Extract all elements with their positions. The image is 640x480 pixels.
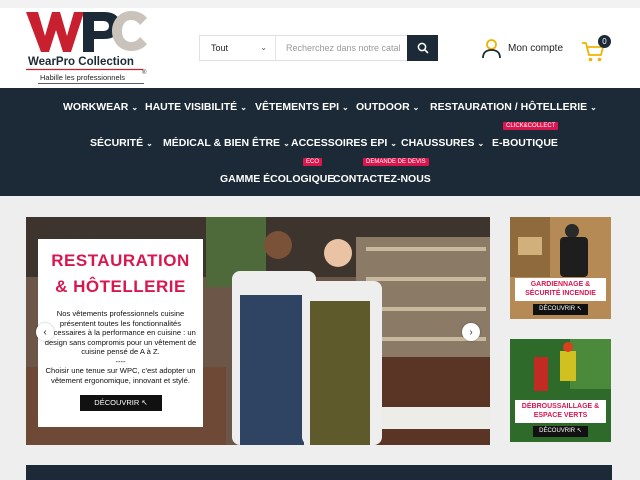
side-banner-landscaping[interactable]: DÉBROUSSAILLAGE & ESPACE VERTS DÉCOUVRIR… xyxy=(510,339,611,442)
search-icon xyxy=(417,42,429,54)
chevron-down-icon: ⌄ xyxy=(390,139,397,148)
slider-prev-button[interactable]: ‹ xyxy=(36,323,54,341)
nav-item-medical-bien-etre[interactable]: MÉDICAL & BIEN ÊTRE ⌄ xyxy=(163,137,290,149)
account-link[interactable]: Mon compte xyxy=(481,37,563,59)
nav-item-chaussures[interactable]: CHAUSSURES ⌄ xyxy=(401,137,484,149)
nav-item-e-boutique[interactable]: E-BOUTIQUE xyxy=(492,137,558,149)
chevron-right-icon: › xyxy=(469,326,473,338)
nav-item-haute-visibilite[interactable]: HAUTE VISIBILITÉ ⌄ xyxy=(145,101,247,113)
nav-item-workwear[interactable]: WORKWEAR ⌄ xyxy=(63,101,138,113)
nav-item-vetements-epi[interactable]: VÊTEMENTS EPI ⌄ xyxy=(255,101,349,113)
side-banner-landscaping-label: DÉBROUSSAILLAGE & ESPACE VERTS xyxy=(515,400,606,423)
click-collect-badge: CLICK&COLLECT xyxy=(503,122,559,130)
chevron-left-icon: ‹ xyxy=(43,326,47,338)
nav-item-restauration-hotellerie[interactable]: RESTAURATION / HÔTELLERIE ⌄ xyxy=(430,101,597,113)
hero-discover-button[interactable]: DÉCOUVRIR ↖ xyxy=(80,395,162,411)
cart-count-badge: 0 xyxy=(598,35,611,48)
chevron-down-icon: ⌄ xyxy=(412,103,420,112)
chevron-down-icon: ⌄ xyxy=(260,43,267,52)
secondary-banner-strip xyxy=(26,465,612,480)
brand-name: WearPro Collection xyxy=(28,56,134,68)
hero-title-line1: RESTAURATION xyxy=(51,251,190,270)
brand-tagline: Habille les professionnels xyxy=(40,73,126,82)
search-button[interactable] xyxy=(407,35,438,61)
main-navigation: WORKWEAR ⌄ HAUTE VISIBILITÉ ⌄ VÊTEMENTS EP… xyxy=(0,88,640,196)
search-bar: Tout ⌄ xyxy=(199,35,438,61)
side-banner-landscaping-button[interactable]: DÉCOUVRIR ↖ xyxy=(533,426,588,437)
nav-item-securite[interactable]: SÉCURITÉ ⌄ xyxy=(90,137,153,149)
account-label: Mon compte xyxy=(508,42,564,54)
hero-slider[interactable]: RESTAURATION & HÔTELLERIE Nos vêtements … xyxy=(26,217,490,445)
side-banner-security-button[interactable]: DÉCOUVRIR ↖ xyxy=(533,304,588,315)
hero-promo-card: RESTAURATION & HÔTELLERIE Nos vêtements … xyxy=(38,239,203,427)
nav-item-contactez-nous[interactable]: CONTACTEZ-NOUS xyxy=(333,173,431,185)
cursor-icon: ↖ xyxy=(141,398,148,407)
eco-badge: ECO xyxy=(303,158,323,166)
chevron-down-icon: ⌄ xyxy=(131,103,139,112)
cursor-icon: ↖ xyxy=(576,428,582,434)
registered-mark: ® xyxy=(142,70,147,76)
chevron-down-icon: ⌄ xyxy=(477,139,485,148)
cart-button[interactable]: 0 xyxy=(581,35,611,63)
chevron-down-icon: ⌄ xyxy=(342,103,349,112)
nav-item-outdoor[interactable]: OUTDOOR ⌄ xyxy=(356,101,419,113)
nav-item-gamme-ecologique[interactable]: GAMME ÉCOLOGIQUE xyxy=(220,173,334,185)
site-logo[interactable]: WearPro Collection Habille les professio… xyxy=(26,10,150,86)
hero-description: Nos vêtements professionnels cuisine pré… xyxy=(44,309,197,385)
search-input[interactable] xyxy=(280,36,406,60)
chevron-down-icon: ⌄ xyxy=(240,103,247,112)
user-icon xyxy=(482,38,501,58)
cursor-icon: ↖ xyxy=(576,306,582,312)
hero-title-line2: & HÔTELLERIE xyxy=(55,277,186,296)
quote-request-badge: DEMANDE DE DEVIS xyxy=(363,158,429,166)
chevron-down-icon: ⌄ xyxy=(590,103,597,112)
side-banner-security-label: GARDIENNAGE & SÉCURITÉ INCENDIE xyxy=(515,278,606,301)
side-banner-security[interactable]: GARDIENNAGE & SÉCURITÉ INCENDIE DÉCOUVRI… xyxy=(510,217,611,319)
slider-next-button[interactable]: › xyxy=(462,323,480,341)
chevron-down-icon: ⌄ xyxy=(146,139,153,148)
nav-item-accessoires-epi[interactable]: ACCESSOIRES EPI ⌄ xyxy=(291,137,397,149)
chevron-down-icon: ⌄ xyxy=(283,139,290,148)
category-select-value: Tout xyxy=(211,43,229,53)
category-select[interactable]: Tout ⌄ xyxy=(200,36,276,60)
